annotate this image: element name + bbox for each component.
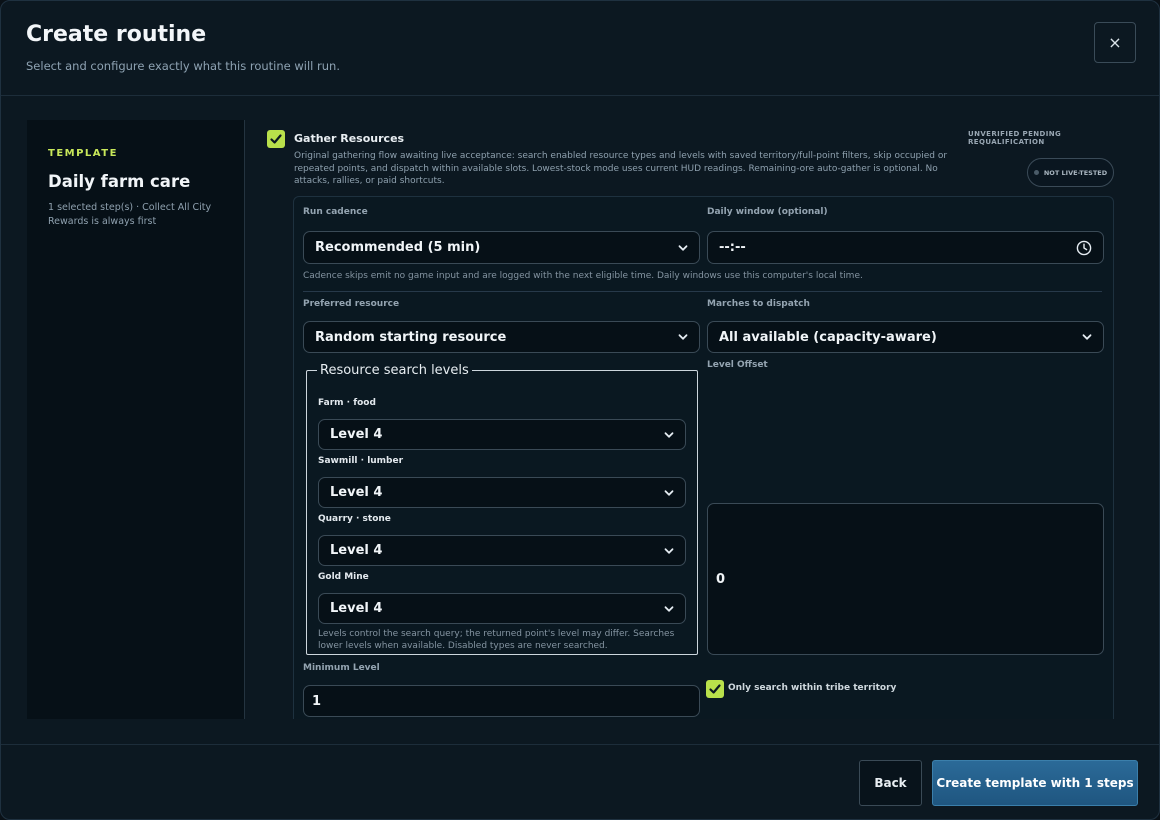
template-sidebar: TEMPLATE Daily farm care 1 selected step…	[27, 120, 245, 719]
template-name: Daily farm care	[48, 172, 191, 191]
daily-window-input[interactable]: --:--	[707, 231, 1104, 264]
sawmill-level-select[interactable]: Level 4	[318, 477, 686, 508]
daily-window-value: --:--	[719, 240, 746, 255]
modal-subtitle: Select and configure exactly what this r…	[26, 59, 340, 73]
levels-legend: Resource search levels	[320, 363, 469, 378]
modal-footer: Back Create template with 1 steps	[1, 744, 1159, 819]
marches-value: All available (capacity-aware)	[719, 329, 937, 345]
preferred-resource-value: Random starting resource	[315, 329, 507, 345]
marches-select[interactable]: All available (capacity-aware)	[707, 321, 1104, 353]
levels-note: Levels control the search query; the ret…	[318, 629, 675, 651]
quarry-level-value: Level 4	[330, 543, 383, 558]
sawmill-level-label: Sawmill · lumber	[318, 456, 404, 466]
chevron-down-icon	[678, 334, 688, 340]
close-button[interactable]: ×	[1094, 22, 1136, 63]
status-dot-icon	[1033, 170, 1039, 175]
run-cadence-label: Run cadence	[303, 207, 368, 217]
tribe-territory-checkbox[interactable]	[706, 680, 724, 698]
gold-mine-level-label: Gold Mine	[318, 572, 369, 582]
create-template-button[interactable]: Create template with 1 steps	[932, 760, 1138, 806]
farm-level-label: Farm · food	[318, 398, 376, 408]
chevron-down-icon	[664, 431, 674, 438]
level-offset-input[interactable]: 0	[707, 503, 1104, 655]
quarry-level-label: Quarry · stone	[318, 514, 391, 524]
preferred-resource-label: Preferred resource	[303, 299, 400, 309]
create-routine-modal: Create routine Select and configure exac…	[0, 0, 1160, 820]
level-offset-value: 0	[716, 571, 726, 587]
gold-mine-level-select[interactable]: Level 4	[318, 593, 686, 624]
minimum-level-input[interactable]: 1	[303, 685, 700, 717]
step-config-area: Gather Resources Original gathering flow…	[246, 120, 1126, 719]
farm-level-select[interactable]: Level 4	[318, 419, 686, 450]
chevron-down-icon	[664, 489, 674, 496]
farm-level-value: Level 4	[330, 427, 383, 442]
step-description: Original gathering flow awaiting live ac…	[294, 151, 948, 186]
badge-label: NOT LIVE-TESTED	[1043, 168, 1108, 177]
sawmill-level-value: Level 4	[330, 485, 383, 500]
modal-header: Create routine Select and configure exac…	[1, 1, 1159, 96]
config-panel: Run cadence Recommended (5 min) Daily wi…	[293, 196, 1114, 719]
chevron-down-icon	[678, 244, 688, 251]
clock-icon[interactable]	[1076, 240, 1092, 256]
cadence-note: Cadence skips emit no game input and are…	[303, 271, 863, 281]
marches-label: Marches to dispatch	[707, 299, 810, 309]
checkmark-icon	[270, 134, 282, 144]
divider	[303, 291, 1102, 292]
live-test-badge: NOT LIVE-TESTED	[1027, 158, 1114, 187]
verification-status: UNVERIFIED PENDING REQUALIFICATION	[968, 130, 1062, 146]
back-button[interactable]: Back	[859, 760, 922, 806]
run-cadence-select[interactable]: Recommended (5 min)	[303, 231, 700, 264]
gold-mine-level-value: Level 4	[330, 601, 383, 616]
template-meta: 1 selected step(s) · Collect All City Re…	[48, 202, 212, 227]
chevron-down-icon	[1082, 334, 1092, 340]
level-offset-label: Level Offset	[707, 360, 768, 370]
close-icon: ×	[1108, 33, 1122, 52]
resource-search-levels: Resource search levels Farm · food Level…	[306, 363, 698, 655]
gather-resources-checkbox[interactable]	[267, 130, 285, 148]
step-title: Gather Resources	[294, 132, 405, 145]
chevron-down-icon	[664, 605, 674, 612]
quarry-level-select[interactable]: Level 4	[318, 535, 686, 566]
tribe-territory-label: Only search within tribe territory	[728, 683, 897, 693]
checkmark-icon	[709, 684, 721, 694]
preferred-resource-select[interactable]: Random starting resource	[303, 321, 700, 353]
modal-title: Create routine	[26, 22, 207, 47]
minimum-level-value: 1	[312, 693, 322, 709]
run-cadence-value: Recommended (5 min)	[315, 240, 481, 255]
minimum-level-label: Minimum Level	[303, 663, 380, 673]
daily-window-label: Daily window (optional)	[707, 207, 828, 217]
template-kicker: TEMPLATE	[48, 148, 118, 159]
chevron-down-icon	[664, 547, 674, 554]
